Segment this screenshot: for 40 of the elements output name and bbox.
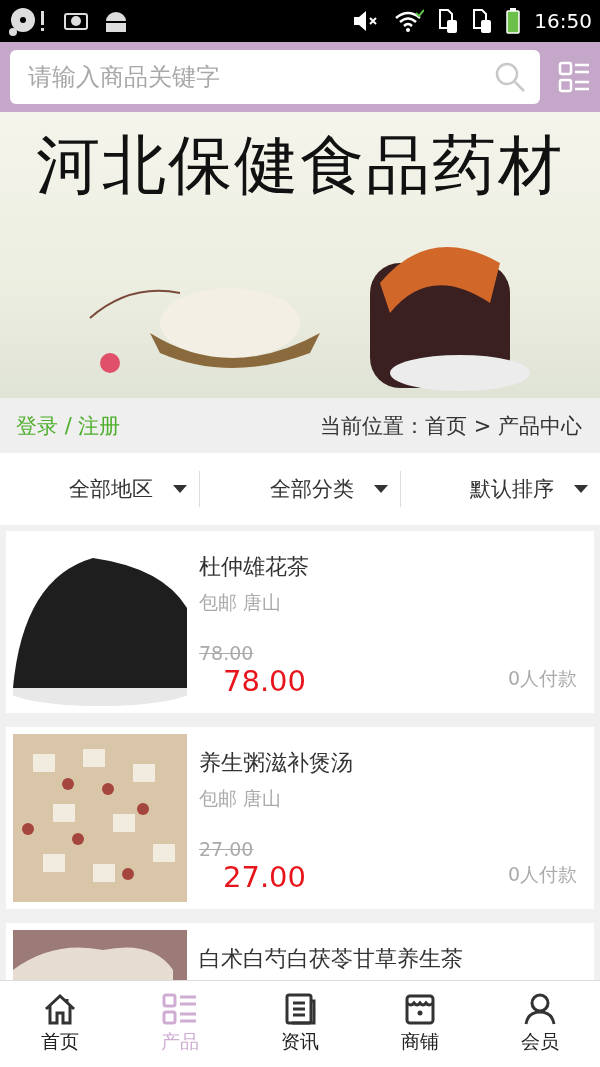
- sales-count: 0人付款: [507, 666, 577, 691]
- caret-icon: [373, 485, 388, 493]
- home-icon: [43, 993, 77, 1025]
- product-card[interactable]: 白术白芍白茯苓甘草养生茶: [6, 923, 594, 980]
- product-price: 27.00: [223, 860, 307, 894]
- nav-tab[interactable]: 商铺: [360, 981, 480, 1067]
- android-icon: [104, 9, 128, 33]
- caret-icon: [173, 485, 188, 493]
- shipping-location: 包邮 唐山: [199, 590, 282, 615]
- caret-icon: [574, 485, 588, 493]
- shop-icon: [404, 993, 436, 1025]
- original-price: 78.00: [199, 642, 254, 664]
- user-icon: [524, 993, 556, 1025]
- product-price: 78.00: [223, 664, 307, 698]
- sales-count: 0人付款: [507, 862, 577, 887]
- filter-dropdown[interactable]: 全部地区: [0, 471, 201, 507]
- wifi-icon: [394, 9, 425, 33]
- battery-icon: [506, 8, 521, 34]
- product-card[interactable]: 杜仲雄花茶 包邮 唐山 78.00 78.00 0人付款: [6, 531, 594, 713]
- product-card[interactable]: 养生粥滋补煲汤 包邮 唐山 27.00 27.00 0人付款: [6, 727, 594, 909]
- list-grid-icon: [162, 993, 198, 1025]
- nav-tab[interactable]: 首页: [0, 981, 120, 1067]
- sim-card-icon: [438, 8, 459, 34]
- filter-dropdown[interactable]: 默认排序: [400, 471, 600, 507]
- product-name: 杜仲雄花茶: [199, 553, 309, 581]
- search-icon[interactable]: [494, 61, 526, 93]
- nav-tab[interactable]: 资讯: [240, 981, 360, 1067]
- shipping-location: 包邮 唐山: [199, 786, 282, 811]
- banner-title: 河北保健食品药材: [36, 127, 564, 204]
- product-name: 养生粥滋补煲汤: [199, 749, 353, 777]
- breadcrumb-location: 当前位置：首页 > 产品中心: [320, 412, 582, 440]
- original-price: 27.00: [199, 838, 254, 860]
- filter-dropdown[interactable]: 全部分类: [200, 471, 401, 507]
- news-icon: [284, 993, 316, 1025]
- product-name: 白术白芍白茯苓甘草养生茶: [199, 945, 463, 973]
- menu-icon[interactable]: [558, 61, 590, 93]
- sim-card-icon: [472, 8, 493, 34]
- nav-tab[interactable]: 会员: [480, 981, 600, 1067]
- search-field[interactable]: 请输入商品关键字: [10, 50, 540, 104]
- status-time: 16:50: [534, 9, 592, 33]
